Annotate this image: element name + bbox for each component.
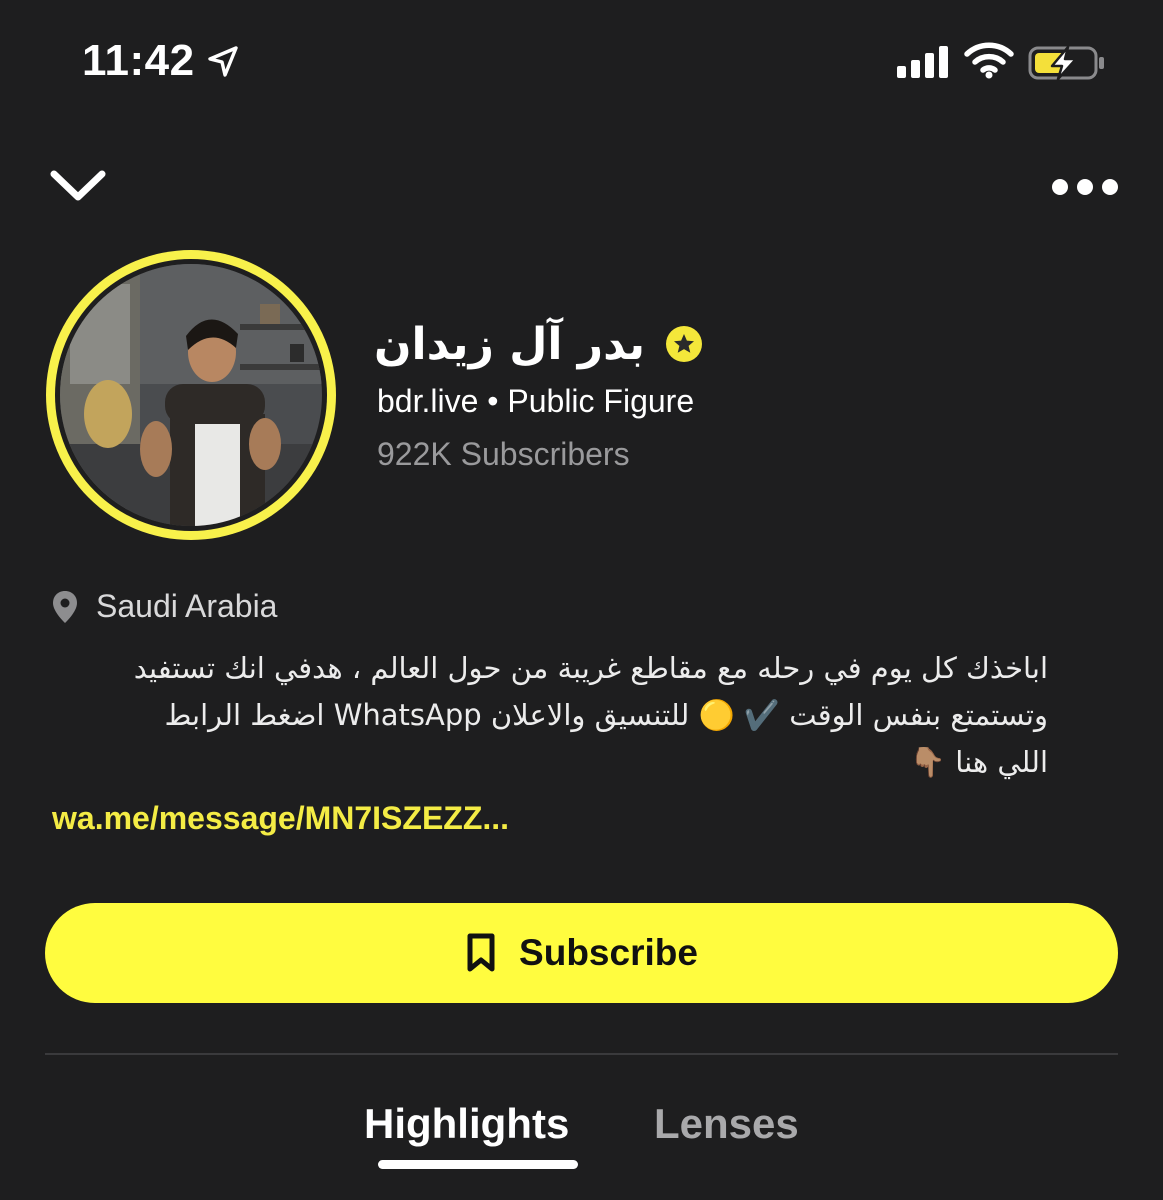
handle-separator: •	[487, 383, 499, 419]
subscribe-button[interactable]: Subscribe	[45, 903, 1118, 1003]
cellular-signal-icon	[897, 46, 948, 78]
bookmark-icon	[467, 933, 495, 972]
subscriber-count: 922K Subscribers	[377, 436, 630, 472]
active-tab-indicator	[378, 1160, 578, 1169]
profile-avatar[interactable]	[46, 250, 336, 540]
battery-charging-icon	[1028, 45, 1104, 81]
chevron-down-icon[interactable]	[46, 162, 110, 210]
name-row: بدر آل زيدان	[374, 315, 703, 373]
display-name: بدر آل زيدان	[374, 318, 646, 370]
profile-link[interactable]: wa.me/message/MN7ISZEZZ...	[52, 800, 509, 837]
profile-location: Saudi Arabia	[96, 588, 278, 624]
avatar-ring-gap	[55, 259, 327, 531]
more-horizontal-icon[interactable]	[1048, 170, 1122, 204]
profile-bio: اباخذك كل يوم في رحله مع مقاطع غريبة من …	[52, 645, 1048, 786]
tab-lenses[interactable]: Lenses	[654, 1100, 799, 1148]
handle-row: bdr.live • Public Figure	[377, 383, 694, 420]
avatar-photo	[60, 264, 322, 526]
location-pin-icon	[53, 591, 77, 623]
profile-handle: bdr.live	[377, 383, 479, 419]
star-badge-icon	[666, 326, 703, 362]
wifi-icon	[964, 42, 1014, 79]
section-divider	[45, 1053, 1118, 1055]
tab-highlights[interactable]: Highlights	[364, 1100, 569, 1148]
subscribe-label: Subscribe	[519, 932, 698, 973]
status-time: 11:42	[82, 36, 195, 85]
location-arrow-icon	[208, 46, 238, 77]
bio-line: وتستمتع بنفس الوقت ✔️ 🟡 للتنسيق والاعلان…	[164, 698, 1048, 732]
profile-category: Public Figure	[507, 383, 695, 419]
bio-line: اللي هنا 👇🏽	[909, 745, 1048, 779]
bio-line: اباخذك كل يوم في رحله مع مقاطع غريبة من …	[133, 651, 1048, 685]
